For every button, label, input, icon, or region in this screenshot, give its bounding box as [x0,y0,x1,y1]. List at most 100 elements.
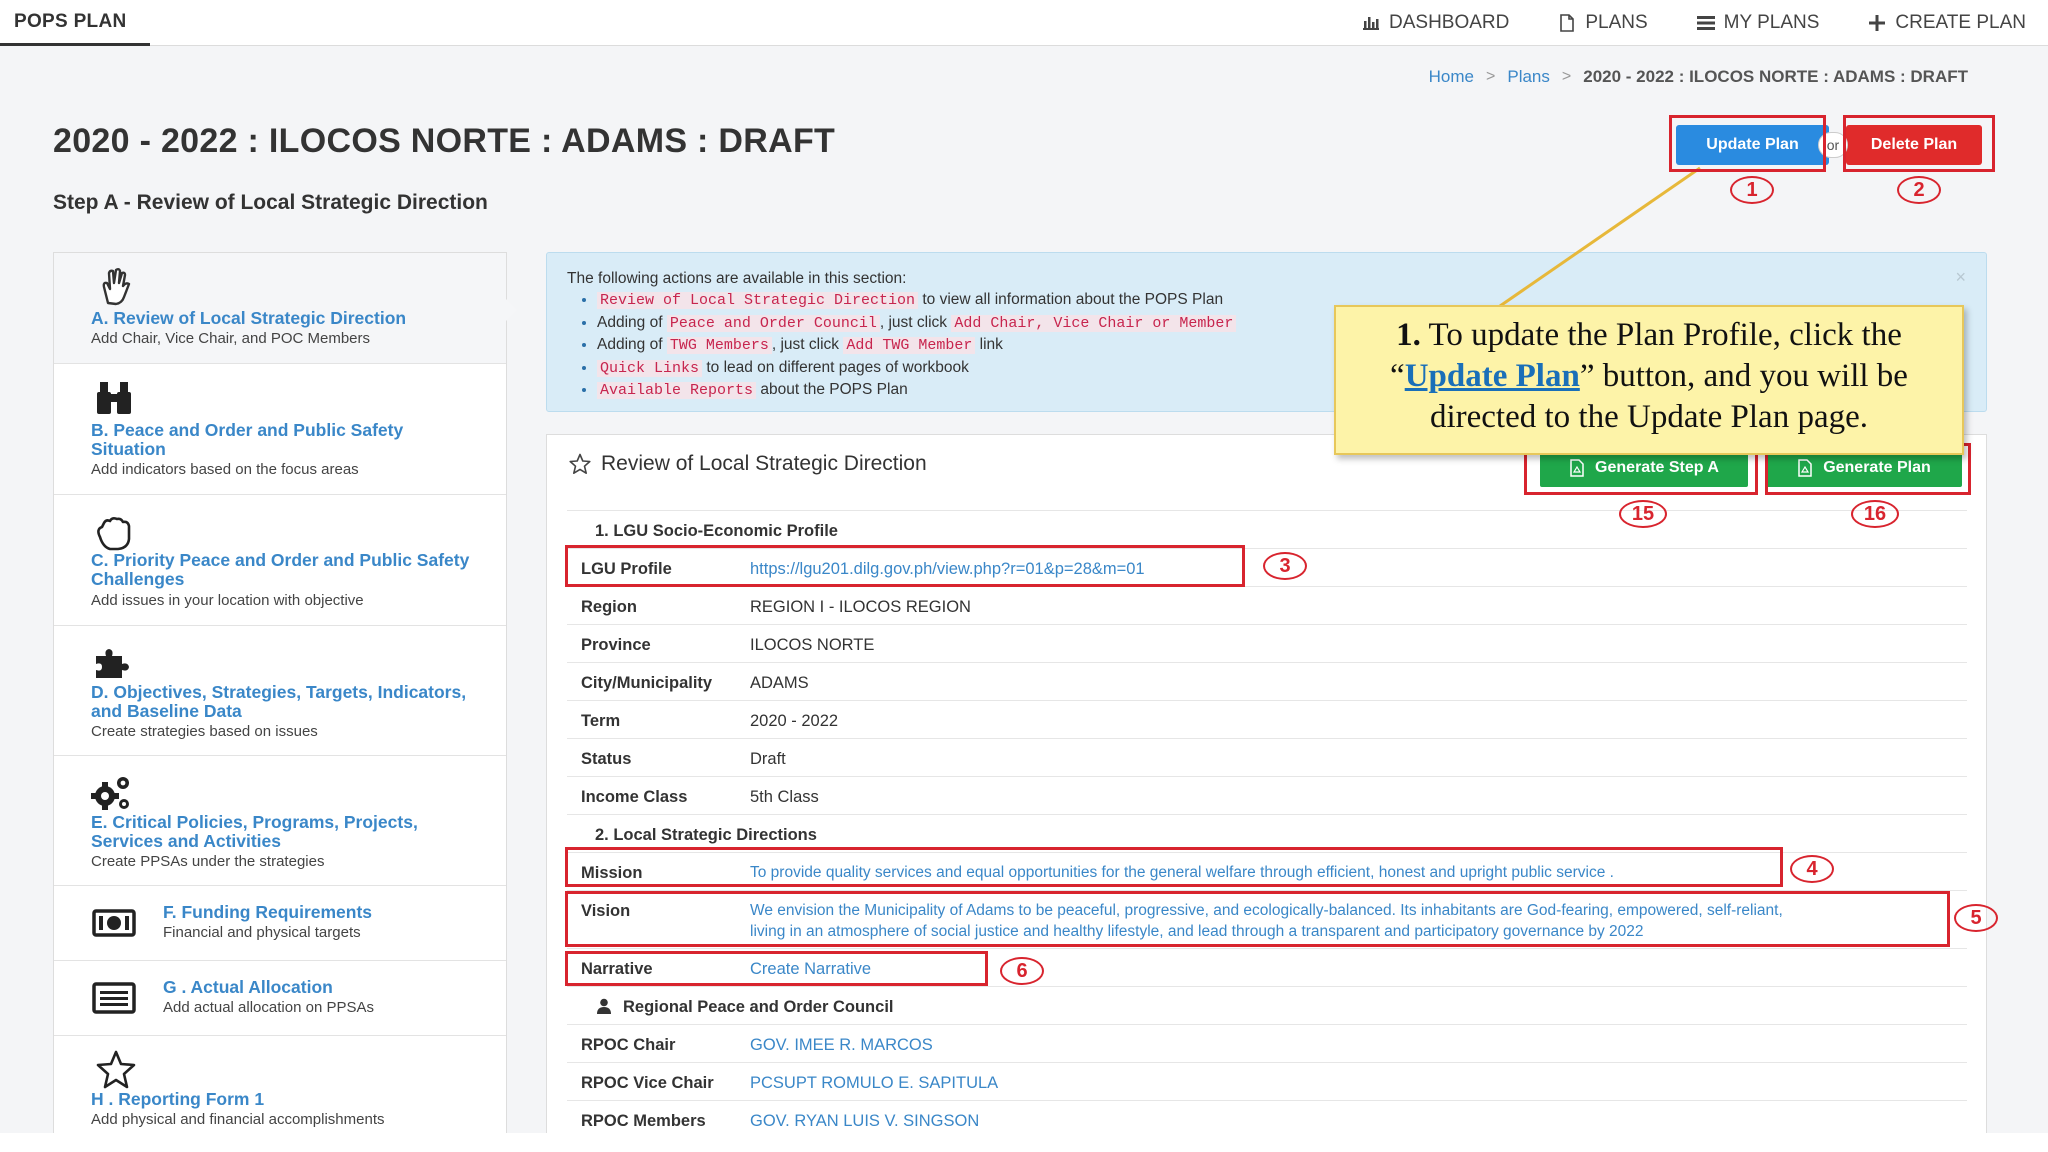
breadcrumb-separator: > [1561,68,1572,85]
marker-15: 15 [1619,500,1667,528]
sidebar-item-subtitle: Add physical and financial accomplishmen… [91,1111,385,1128]
hand-icon [102,268,131,306]
sidebar-item-step-h[interactable]: H . Reporting Form 1 Add physical and fi… [54,1036,506,1133]
generate-step-a-label: Generate Step A [1595,459,1719,476]
brand-logo[interactable]: POPS PLAN [14,11,127,33]
marker-1: 1 [1730,176,1774,204]
close-icon[interactable]: × [1955,267,1966,288]
info-code: Review of Local Strategic Direction [597,292,919,309]
info-text: Adding of [597,313,667,331]
sidebar-item-step-b[interactable]: B. Peace and Order and Public Safety Sit… [54,364,506,495]
breadcrumb-home[interactable]: Home [1429,67,1474,87]
sidebar-item-step-a[interactable]: A. Review of Local Strategic Direction A… [54,253,506,364]
sidebar-item-title: F. Funding Requirements [163,902,373,922]
puzzle-icon [96,649,129,678]
sidebar-item-step-d[interactable]: D. Objectives, Strategies, Targets, Indi… [54,626,506,756]
sidebar-item-title: D. Objectives, Strategies, Targets, Indi… [91,682,467,721]
nav-create-plan[interactable]: CREATE PLAN [1867,12,2026,34]
marker-6: 6 [1000,957,1044,985]
mission-link[interactable]: To provide quality services and equal op… [750,864,1614,882]
sidebar-item-subtitle: Create PPSAs under the strategies [91,853,325,870]
breadcrumb-plans[interactable]: Plans [1507,67,1550,87]
row-value: ILOCOS NORTE [750,636,875,654]
sidebar-item-subtitle: Add indicators based on the focus areas [91,461,359,478]
rpoc-chair-link[interactable]: GOV. IMEE R. MARCOS [750,1036,933,1055]
list-icon [1696,16,1715,30]
sidebar-active-pointer [505,298,517,322]
info-code: Available Reports [597,382,757,399]
section-header: Regional Peace and Order Council [567,986,1967,1024]
info-code: Quick Links [597,359,703,377]
nav-dashboard-label: DASHBOARD [1389,12,1510,33]
table-row-mission: Mission To provide quality services and e… [567,852,1967,890]
marker-16: 16 [1851,500,1899,528]
hand-paper-icon [97,517,131,551]
section-label: 2. Local Strategic Directions [595,826,817,844]
nav-create-plan-label: CREATE PLAN [1895,12,2026,33]
info-text: , just click [879,313,952,331]
row-label: RPOC Chair [581,1036,676,1054]
section-header: 2. Local Strategic Directions [567,814,1967,852]
create-narrative-link[interactable]: Create Narrative [750,960,871,979]
breadcrumb: Home > Plans > 2020 - 2022 : ILOCOS NORT… [1429,67,1968,87]
generate-plan-label: Generate Plan [1823,459,1931,476]
nav-plans[interactable]: PLANS [1557,12,1648,34]
sidebar-item-step-f[interactable]: F. Funding Requirements Financial and ph… [54,886,506,961]
marker-3: 3 [1263,552,1307,580]
table-row-narrative: Narrative Create Narrative [567,948,1967,986]
nav-my-plans[interactable]: MY PLANS [1696,12,1820,34]
nav-my-plans-label: MY PLANS [1723,12,1820,33]
table-row: Province ILOCOS NORTE [567,624,1967,662]
marker-5: 5 [1954,904,1998,932]
page-title: 2020 - 2022 : ILOCOS NORTE : ADAMS : DRA… [53,122,836,160]
vision-link[interactable]: living in an atmosphere of social justic… [750,923,1644,941]
review-card: Review of Local Strategic Direction Gene… [546,434,1987,1133]
row-value: ADAMS [750,674,809,692]
info-item: Adding of Peace and Order Council, just … [597,312,1237,335]
info-text: to view all information about the POPS P… [918,291,1224,308]
table-row: RPOC Members GOV. RYAN LUIS V. SINGSON [567,1100,1967,1133]
table-row: Status Draft [567,738,1967,776]
row-label: Vision [581,902,631,920]
info-code: TWG Members [666,337,772,354]
rpoc-vice-chair-link[interactable]: PCSUPT ROMULO E. SAPITULA [750,1074,998,1093]
row-value: REGION I - ILOCOS REGION [750,598,971,616]
sidebar-item-step-e[interactable]: E. Critical Policies, Programs, Projects… [54,756,506,886]
sidebar-item-subtitle: Add issues in your location with objecti… [91,592,364,609]
update-plan-button[interactable]: Update Plan [1676,125,1829,165]
callout-link: Update Plan [1404,358,1580,394]
section-label: 1. LGU Socio-Economic Profile [595,522,838,540]
info-item: Review of Local Strategic Direction to v… [597,289,1236,312]
top-nav: DASHBOARD PLANS MY PLANS CREATE PLAN [1361,0,2026,46]
delete-plan-button[interactable]: Delete Plan [1846,125,1982,165]
info-text: link [975,336,1003,353]
sidebar-item-step-g[interactable]: G . Actual Allocation Add actual allocat… [54,961,506,1036]
sidebar-item-title: A. Review of Local Strategic Direction [91,308,407,328]
nav-plans-label: PLANS [1585,12,1648,33]
sidebar-item-title: H . Reporting Form 1 [91,1089,265,1109]
sidebar-item-subtitle: Add Chair, Vice Chair, and POC Members [91,330,371,347]
step-title: Step A - Review of Local Strategic Direc… [53,191,488,214]
vision-link[interactable]: We envision the Municipality of Adams to… [750,902,1783,920]
callout-step-number: 1. [1396,317,1421,353]
star-icon [96,1050,136,1089]
info-item: Available Reports about the POPS Plan [597,379,1236,402]
sidebar-item-title: C. Priority Peace and Order and Public S… [91,550,470,589]
sidebar-item-step-c[interactable]: C. Priority Peace and Order and Public S… [54,495,506,626]
table-row: Income Class 5th Class [567,776,1967,814]
nav-dashboard[interactable]: DASHBOARD [1361,12,1509,34]
info-code: Add TWG Member [843,337,976,354]
table-row-vision: Vision We envision the Municipality of Ad… [567,890,1967,948]
table-row: Term 2020 - 2022 [567,700,1967,738]
bar-chart-icon [1363,17,1379,30]
step-sidebar: A. Review of Local Strategic Direction A… [53,252,507,1133]
plus-icon [1869,15,1886,31]
info-text: , just click [771,336,844,353]
marker-4: 4 [1790,855,1834,883]
row-value: 5th Class [750,788,819,806]
lgu-profile-link[interactable]: https://lgu201.dilg.gov.ph/view.php?r=01… [750,560,1145,579]
list-alt-icon [92,982,136,1014]
binoculars-icon [97,382,131,414]
rpoc-members-link[interactable]: GOV. RYAN LUIS V. SINGSON [750,1112,979,1131]
table-row: City/Municipality ADAMS [567,662,1967,700]
